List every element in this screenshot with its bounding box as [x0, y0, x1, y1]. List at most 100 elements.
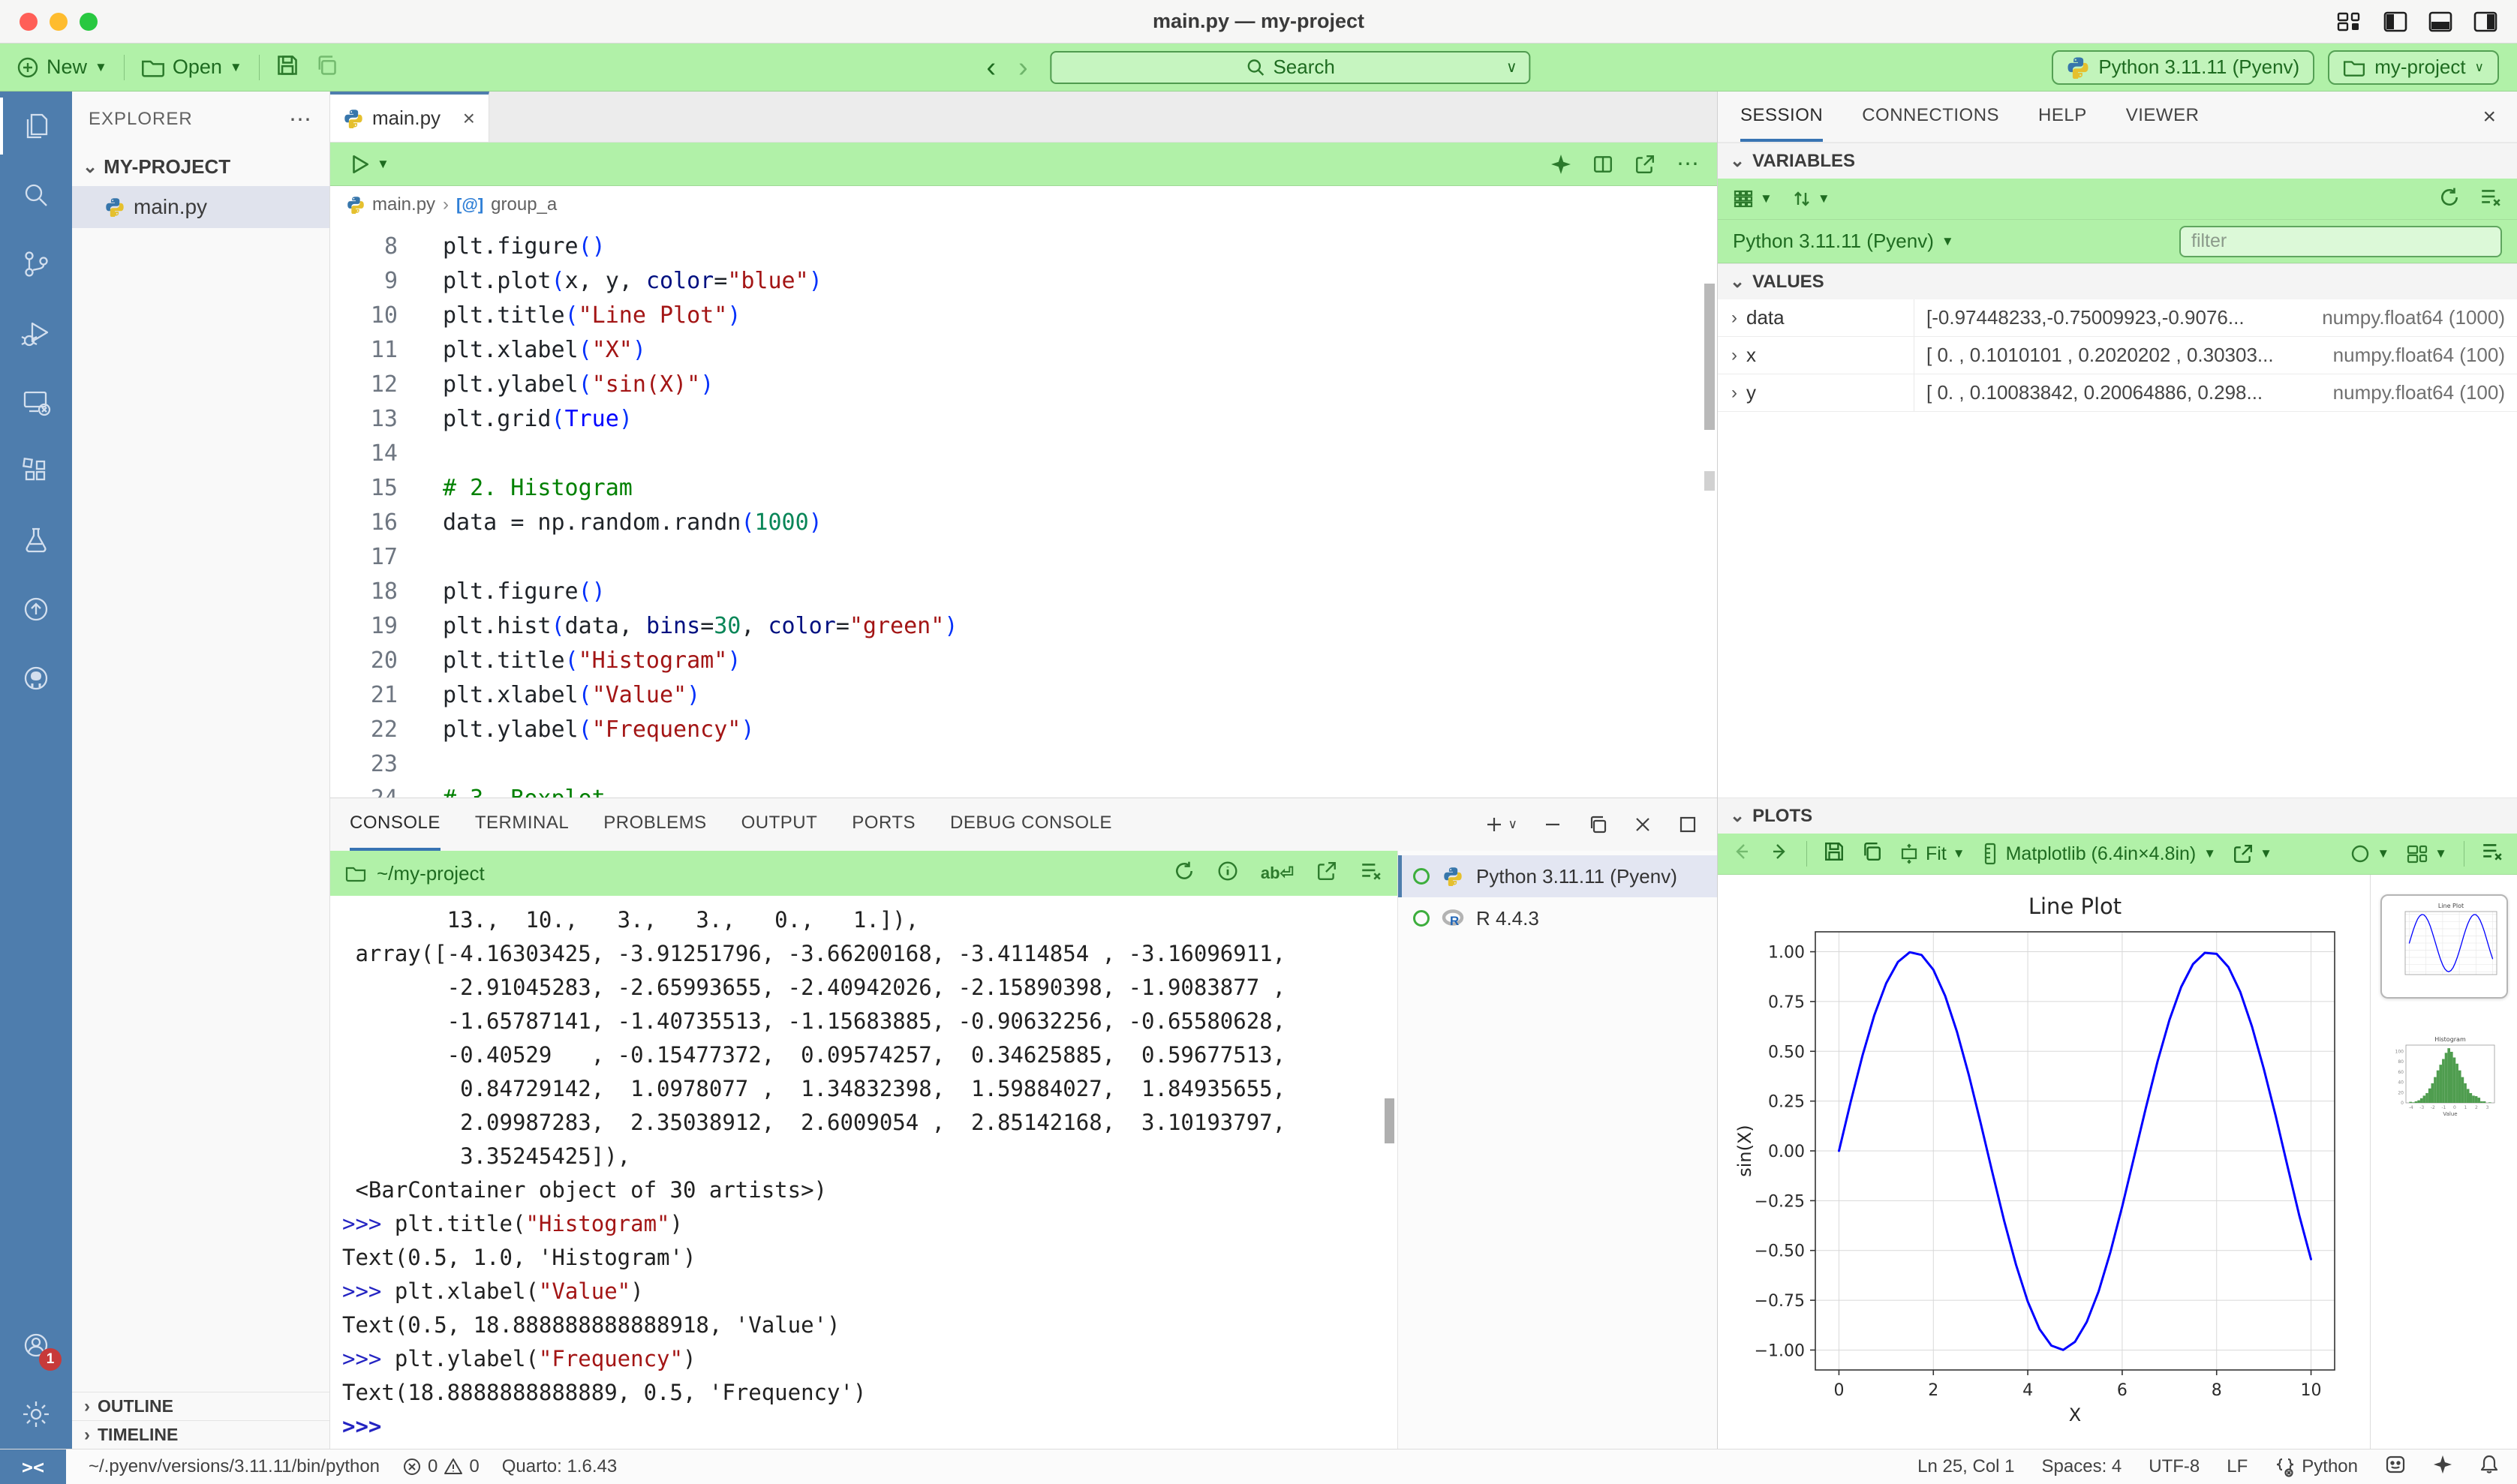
clear-variables-button[interactable] — [2479, 187, 2502, 212]
customize-layout-icon[interactable] — [2337, 11, 2362, 33]
chevron-right-icon[interactable]: › — [1731, 383, 1737, 404]
file-item-main.py[interactable]: main.py — [72, 186, 329, 228]
export-plot-button[interactable]: ▼ — [2233, 843, 2272, 864]
explorer-more-actions-icon[interactable]: ⋯ — [289, 107, 313, 133]
panel-tab-ports[interactable]: PORTS — [852, 798, 916, 851]
tab-main-py[interactable]: main.py × — [330, 92, 489, 142]
language-status[interactable]: Python — [2275, 1456, 2358, 1477]
assistant-button[interactable] — [1550, 154, 1571, 175]
chevron-right-icon[interactable]: › — [1731, 345, 1737, 366]
plot-thumbnail-line[interactable]: Line Plot — [2380, 894, 2508, 999]
toggle-sidebar-icon[interactable] — [2383, 11, 2407, 32]
editor-scrollbar-thumb[interactable] — [1704, 284, 1715, 430]
variable-row-data[interactable]: ›data[-0.97448233,-0.75009923,-0.9076...… — [1718, 299, 2517, 337]
variables-section-header[interactable]: ⌄ VARIABLES — [1718, 143, 2517, 179]
panel-tab-problems[interactable]: PROBLEMS — [603, 798, 706, 851]
variables-filter-input[interactable] — [2179, 226, 2502, 257]
global-search-input[interactable]: Search ∨ — [1051, 51, 1531, 84]
activity-publish-button[interactable] — [0, 575, 72, 644]
assistant-status-icon[interactable] — [2433, 1455, 2452, 1479]
session-item-r[interactable]: R 4.4.3 — [1398, 897, 1717, 939]
variable-row-x[interactable]: ›x[ 0. , 0.1010101 , 0.2020202 , 0.30303… — [1718, 337, 2517, 374]
interpreter-selector-button[interactable]: Python 3.11.11 (Pyenv) — [2052, 50, 2314, 85]
new-console-button[interactable]: ∨ — [1484, 815, 1517, 834]
values-section-header[interactable]: ⌄ VALUES — [1718, 263, 2517, 299]
minimize-panel-button[interactable] — [1543, 815, 1562, 834]
panel-tab-terminal[interactable]: TERMINAL — [475, 798, 569, 851]
right-panel-tab-help[interactable]: HELP — [2038, 92, 2087, 142]
activity-account-button[interactable]: 1 — [0, 1311, 72, 1380]
right-panel-tab-session[interactable]: SESSION — [1740, 92, 1823, 142]
restore-panel-button[interactable] — [1588, 815, 1607, 834]
toggle-panel-icon[interactable] — [2428, 11, 2452, 32]
console-scrollbar-thumb[interactable] — [1385, 1098, 1394, 1143]
activity-extensions-button[interactable] — [0, 437, 72, 506]
clear-console-button[interactable] — [1360, 861, 1382, 887]
eol-status[interactable]: LF — [2227, 1456, 2248, 1477]
plot-size-button[interactable]: Matplotlib (6.4in×4.8in) ▼ — [1982, 843, 2216, 865]
next-plot-button[interactable] — [1769, 841, 1790, 867]
clear-plots-button[interactable] — [2481, 841, 2503, 867]
maximize-panel-button[interactable] — [1678, 815, 1698, 834]
timeline-section[interactable]: ›TIMELINE — [72, 1420, 329, 1449]
close-tab-icon[interactable]: × — [463, 107, 475, 131]
cursor-position[interactable]: Ln 25, Col 1 — [1917, 1456, 2014, 1477]
breadcrumb-symbol[interactable]: group_a — [491, 194, 557, 215]
word-wrap-button[interactable]: ab⏎ — [1261, 864, 1294, 883]
navigate-forward-button[interactable]: › — [1018, 53, 1028, 82]
run-file-button[interactable]: ▼ — [348, 153, 389, 176]
activity-search-button[interactable] — [0, 161, 72, 230]
activity-testing-button[interactable] — [0, 506, 72, 575]
variables-sort-button[interactable]: ▼ — [1792, 189, 1830, 209]
console-output[interactable]: 13., 10., 3., 3., 0., 1.]), array([-4.16… — [330, 896, 1397, 1449]
export-console-button[interactable] — [1316, 861, 1337, 887]
outline-section[interactable]: ›OUTLINE — [72, 1392, 329, 1420]
save-all-button[interactable] — [315, 54, 338, 80]
feedback-icon[interactable] — [2385, 1454, 2406, 1480]
activity-github-button[interactable] — [0, 644, 72, 713]
problems-status[interactable]: 0 0 — [402, 1456, 480, 1477]
session-item-python[interactable]: Python 3.11.11 (Pyenv) — [1398, 855, 1717, 897]
split-editor-button[interactable] — [1592, 154, 1613, 175]
restart-console-button[interactable] — [1174, 861, 1195, 887]
editor-more-actions-icon[interactable]: ⋯ — [1676, 151, 1699, 177]
refresh-variables-button[interactable] — [2439, 187, 2460, 212]
copy-plot-button[interactable] — [1861, 841, 1882, 867]
plot-theme-button[interactable]: ▼ — [2350, 843, 2389, 864]
variable-row-y[interactable]: ›y[ 0. , 0.10083842, 0.20064886, 0.298..… — [1718, 374, 2517, 412]
fit-plot-button[interactable]: Fit ▼ — [1899, 843, 1965, 865]
activity-explorer-button[interactable] — [0, 92, 72, 161]
notifications-bell-icon[interactable] — [2479, 1454, 2499, 1480]
close-panel-button[interactable] — [1633, 815, 1652, 834]
encoding-status[interactable]: UTF-8 — [2149, 1456, 2200, 1477]
breadcrumb-file[interactable]: main.py — [372, 194, 435, 215]
open-button[interactable]: Open▼ — [141, 56, 242, 79]
workspace-selector-button[interactable]: my-project ∨ — [2328, 50, 2499, 85]
activity-source-control-button[interactable] — [0, 230, 72, 299]
python-interpreter-path[interactable]: ~/.pyenv/versions/3.11.11/bin/python — [89, 1456, 380, 1477]
console-info-button[interactable] — [1217, 861, 1238, 887]
plot-thumbnail-histogram[interactable]: Histogram020406080100-4-3-2-10123Value — [2388, 1033, 2500, 1122]
indentation-status[interactable]: Spaces: 4 — [2042, 1456, 2122, 1477]
plots-section-header[interactable]: ⌄ PLOTS — [1718, 798, 2517, 834]
plot-layout-button[interactable]: ▼ — [2406, 843, 2447, 864]
explorer-root-folder[interactable]: ⌄ MY-PROJECT — [72, 147, 329, 186]
activity-debug-button[interactable] — [0, 299, 72, 368]
variables-session-selector[interactable]: Python 3.11.11 (Pyenv) — [1733, 230, 1934, 253]
right-panel-tab-viewer[interactable]: VIEWER — [2126, 92, 2200, 142]
remote-indicator[interactable]: >< — [0, 1449, 66, 1484]
close-right-panel-icon[interactable]: × — [2482, 104, 2496, 130]
save-plot-button[interactable] — [1824, 841, 1845, 867]
panel-tab-output[interactable]: OUTPUT — [741, 798, 818, 851]
save-button[interactable] — [276, 54, 299, 80]
code-editor[interactable]: 8plt.figure()9plt.plot(x, y, color="blue… — [330, 224, 1717, 798]
new-button[interactable]: New▼ — [17, 56, 107, 79]
panel-tab-console[interactable]: CONSOLE — [350, 798, 441, 851]
toggle-secondary-sidebar-icon[interactable] — [2473, 11, 2497, 32]
chevron-right-icon[interactable]: › — [1731, 308, 1737, 329]
previous-plot-button[interactable] — [1731, 841, 1752, 867]
variables-view-mode-button[interactable]: ▼ — [1733, 189, 1773, 209]
panel-tab-debug-console[interactable]: DEBUG CONSOLE — [950, 798, 1112, 851]
right-panel-tab-connections[interactable]: CONNECTIONS — [1862, 92, 1999, 142]
navigate-back-button[interactable]: ‹ — [986, 53, 996, 82]
